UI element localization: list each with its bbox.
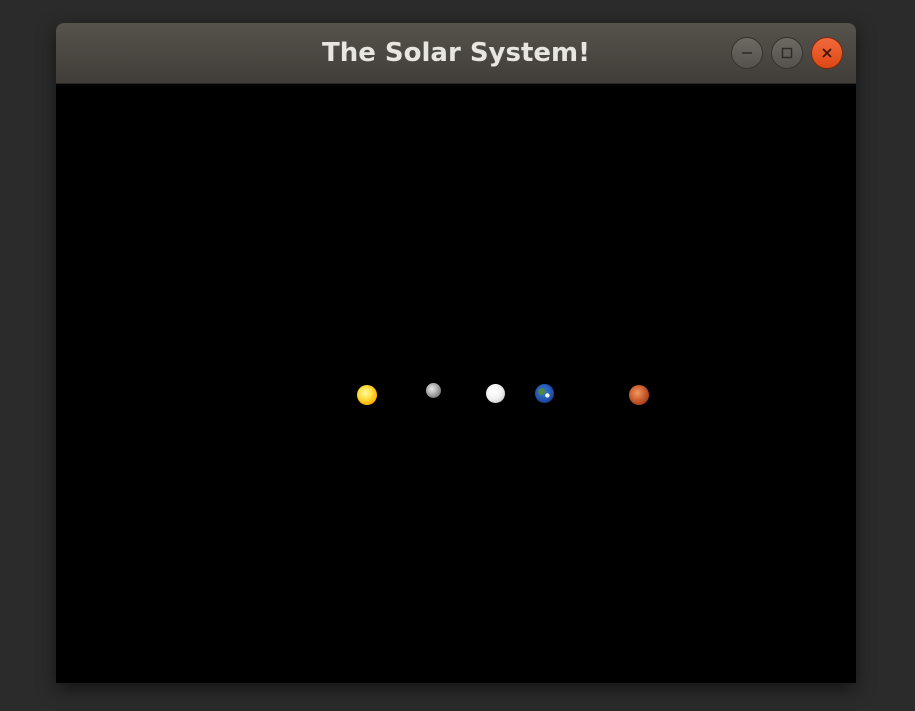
maximize-icon — [781, 47, 793, 59]
minimize-icon — [742, 52, 752, 54]
solar-system-canvas[interactable] — [56, 84, 856, 683]
window-titlebar[interactable]: The Solar System! — [56, 23, 856, 84]
venus-planet — [486, 384, 505, 403]
minimize-button[interactable] — [731, 37, 763, 69]
mercury-planet — [426, 383, 441, 398]
app-window: The Solar System! — [56, 23, 856, 683]
close-button[interactable] — [811, 37, 843, 69]
maximize-button[interactable] — [771, 37, 803, 69]
sun-body — [357, 385, 377, 405]
close-icon — [822, 48, 832, 58]
mars-planet — [629, 385, 649, 405]
earth-planet — [535, 384, 554, 403]
